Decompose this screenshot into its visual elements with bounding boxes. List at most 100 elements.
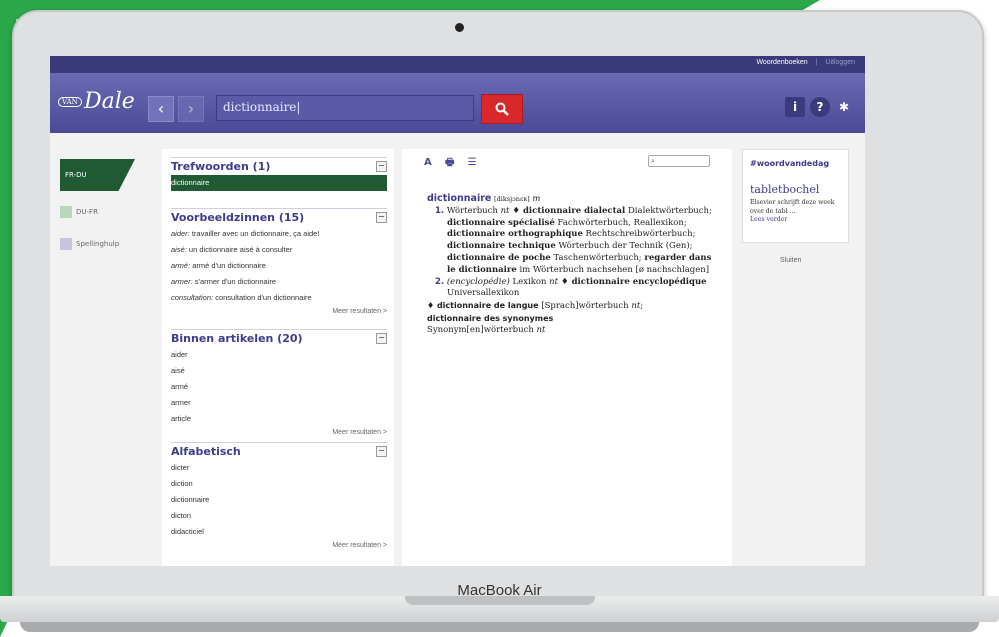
gear-icon: ✱ (838, 100, 850, 114)
sense-text: Wörterbuch (446, 205, 501, 216)
example-item[interactable]: consultation: consultation d'un dictionn… (171, 290, 387, 306)
help-button[interactable]: ? (810, 97, 830, 117)
example-item[interactable]: aider: travailler avec un dictionnaire, … (171, 226, 387, 242)
article-find-input[interactable]: ⌕ (648, 155, 710, 167)
search-button[interactable] (481, 94, 523, 124)
translation-text: Universallexikon (447, 288, 520, 299)
print-icon[interactable]: 🖶 (445, 157, 454, 168)
example-key: armer: (171, 277, 193, 286)
translation-text: Wörterbuch der Technik (Gen); (555, 241, 693, 252)
collapse-icon[interactable]: − (376, 333, 387, 344)
app-screen: Woordenboeken | Uitloggen VAN Dale ‹ › d… (50, 56, 865, 566)
flag-icon (60, 206, 72, 218)
example-key: aisé: (171, 245, 187, 254)
font-size-icon[interactable]: A (424, 157, 432, 168)
translation-text: Rechtschreibwörterbuch; (582, 229, 696, 240)
list-item[interactable]: dicter (171, 460, 387, 476)
list-icon[interactable]: ☰ (468, 157, 477, 168)
wotd-text: Elsevier schrijft deze week over de tabl… (750, 199, 840, 225)
list-item[interactable]: aider (171, 347, 387, 363)
sense-domain: (encyclopédie) (446, 276, 510, 287)
example-phrase: dictionnaire spécialisé (447, 217, 555, 228)
headwords-section: Trefwoorden (1) − dictionnaire (171, 157, 387, 191)
wotd-word[interactable]: tabletbochel (750, 183, 819, 196)
section-title-text: Voorbeeldzinnen (15) (171, 211, 305, 224)
headword-item[interactable]: dictionnaire (171, 175, 387, 191)
list-item[interactable]: diction (171, 476, 387, 492)
example-text: armé d'un dictionnaire (190, 261, 266, 270)
lang-tab-fr-du[interactable]: FR-DU (60, 159, 135, 191)
list-item[interactable]: article (171, 411, 387, 427)
base-notch (405, 596, 595, 605)
example-text: travailler avec un dictionnaire, ça aide… (189, 229, 320, 238)
collapse-icon[interactable]: − (376, 161, 387, 172)
example-key: aider: (171, 229, 190, 238)
translation-text: Lexikon (509, 276, 550, 287)
example-phrase: dictionnaire orthographique (447, 229, 583, 240)
list-item[interactable]: dictionnaire (171, 492, 387, 508)
forward-button[interactable]: › (178, 96, 204, 122)
example-phrase: dictionnaire de poche (447, 252, 551, 263)
list-item[interactable]: armé (171, 379, 387, 395)
chevron-left-icon: ‹ (157, 99, 165, 118)
dictionary-entry: dictionnaire [diksjɔnɛʀ] m 1. Wörterbuch… (427, 193, 717, 337)
section-title: Alfabetisch − (171, 442, 387, 460)
word-of-the-day-box: #woordvandedag tabletbochel Elsevier sch… (742, 149, 849, 243)
info-icon: i (792, 100, 798, 114)
info-button[interactable]: i (785, 97, 805, 117)
list-item[interactable]: aisé (171, 363, 387, 379)
section-title: Binnen artikelen (20) − (171, 329, 387, 347)
more-results-link[interactable]: Meer resultaten > (171, 306, 387, 318)
translation-text: im Wörterbuch nachsehen [ø nachschlagen] (516, 264, 710, 275)
more-results-link[interactable]: Meer resultaten > (171, 427, 387, 439)
example-text: s'armer d'un dictionnaire (192, 277, 276, 286)
example-phrase: ♦ dictionnaire dialectal (509, 205, 626, 216)
more-results-link[interactable]: Meer resultaten > (171, 540, 387, 552)
top-separator: | (815, 59, 818, 66)
lang-tab-du-fr[interactable]: DU-FR (60, 205, 158, 219)
collapse-icon[interactable]: − (376, 212, 387, 223)
example-phrase: dictionnaire technique (447, 241, 556, 252)
spelling-icon (60, 238, 72, 250)
translation-text: Synonym[en]wörterbuch (427, 324, 537, 335)
base-bottom (20, 622, 979, 632)
derivative-phrase: ♦ dictionnaire de langue (427, 301, 539, 311)
list-item[interactable]: armer (171, 395, 387, 411)
example-text: consultation d'un dictionnaire (213, 293, 312, 302)
section-title-text: Alfabetisch (171, 445, 241, 458)
entry-headword: dictionnaire (427, 193, 492, 204)
example-item[interactable]: aisé: un dictionnaire aisé à consulter (171, 242, 387, 258)
translation-text: [Sprach]wörterbuch (538, 301, 632, 312)
section-title-text: Binnen artikelen (20) (171, 332, 303, 345)
translation-text: Dialektwörterbuch; (627, 205, 712, 216)
lang-tab-spelling[interactable]: Spellinghulp (60, 237, 158, 251)
collapse-icon[interactable]: − (376, 446, 387, 457)
wotd-summary: Elsevier schrijft deze week over de tabl… (750, 199, 835, 215)
gender-label: nt (631, 301, 641, 312)
entry-sense-1: 1. Wörterbuch nt ♦ dictionnaire dialecta… (427, 206, 717, 277)
gender-label: nt (536, 324, 546, 335)
logout-link[interactable]: Uitloggen (825, 59, 855, 66)
in-articles-section: Binnen artikelen (20) − aider aisé armé a… (171, 329, 387, 439)
example-text: un dictionnaire aisé à consulter (186, 245, 293, 254)
list-item[interactable]: dicton (171, 508, 387, 524)
camera-dot (455, 23, 464, 32)
entry-derivative-1: ♦ dictionnaire de langue [Sprach]wörterb… (427, 300, 717, 313)
article-toolbar: A 🖶 ☰ (424, 155, 487, 172)
dictionaries-link[interactable]: Woordenboeken (756, 59, 807, 66)
close-link[interactable]: Sluiten (780, 257, 801, 264)
settings-button[interactable]: ✱ (834, 97, 854, 117)
section-title-text: Trefwoorden (1) (171, 160, 271, 173)
van-dale-logo[interactable]: VAN Dale (58, 87, 138, 117)
search-input[interactable]: dictionnaire| (216, 95, 474, 121)
alphabetical-section: Alfabetisch − dicter diction dictionnaire… (171, 442, 387, 552)
list-item[interactable]: didacticiel (171, 524, 387, 540)
example-item[interactable]: armer: s'armer d'un dictionnaire (171, 274, 387, 290)
search-icon (495, 102, 509, 116)
entry-pronunciation: [diksjɔnɛʀ] (494, 195, 530, 203)
read-more-link[interactable]: Lees verder (750, 216, 787, 223)
example-item[interactable]: armé: armé d'un dictionnaire (171, 258, 387, 274)
top-links: Woordenboeken | Uitloggen (750, 59, 855, 66)
back-button[interactable]: ‹ (148, 96, 174, 122)
logo-name: Dale (84, 89, 135, 114)
